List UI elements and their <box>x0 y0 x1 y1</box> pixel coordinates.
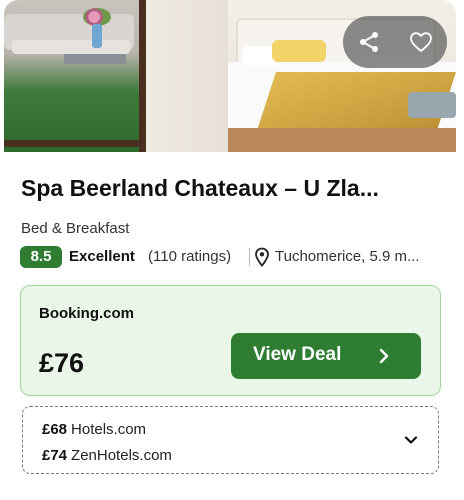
other-deal-provider: ZenHotels.com <box>71 447 172 464</box>
hotel-name[interactable]: Spa Beerland Chateaux – U Zla... <box>21 175 441 202</box>
other-deal-provider: Hotels.com <box>71 421 147 438</box>
chevron-down-icon[interactable] <box>403 432 419 448</box>
photo-mirror-frame-bottom <box>4 140 146 147</box>
view-deal-label: View Deal <box>253 344 342 365</box>
photo-yellow-pillow <box>272 40 326 62</box>
best-deal-panel[interactable]: Booking.com £76 View Deal <box>20 285 441 396</box>
photo-floor <box>228 128 456 152</box>
other-deal-row[interactable]: £74 ZenHotels.com <box>42 447 172 464</box>
photo-wall <box>146 0 228 152</box>
deal-price: £76 <box>39 348 85 378</box>
other-deals-dropdown[interactable]: £68 Hotels.com £74 ZenHotels.com <box>22 406 439 474</box>
photo-bench <box>408 92 456 118</box>
photo-actions <box>343 16 447 68</box>
photo-mirror-frame <box>4 0 146 152</box>
rating-row: 8.5 Excellent (110 ratings) Tuchomerice,… <box>20 246 444 268</box>
rating-label: Excellent <box>69 248 135 265</box>
other-deal-price: £68 <box>42 421 68 438</box>
view-deal-button[interactable]: View Deal <box>231 333 421 379</box>
property-type: Bed & Breakfast <box>21 220 130 237</box>
share-button[interactable] <box>349 22 389 62</box>
hotel-photo[interactable] <box>4 0 456 152</box>
location-pin-icon <box>255 247 269 267</box>
deal-provider: Booking.com <box>39 305 135 322</box>
chevron-right-icon <box>379 348 389 364</box>
hotel-card[interactable]: Spa Beerland Chateaux – U Zla... Bed & B… <box>4 0 456 496</box>
rating-location-divider <box>249 248 250 266</box>
rating-count: (110 ratings) <box>148 248 232 265</box>
location-text[interactable]: Tuchomerice, 5.9 m... <box>275 248 443 265</box>
other-deal-price: £74 <box>42 447 68 464</box>
favorite-button[interactable] <box>401 22 441 62</box>
rating-score-badge: 8.5 <box>20 246 62 268</box>
other-deal-row[interactable]: £68 Hotels.com <box>42 421 146 438</box>
share-icon <box>360 32 378 52</box>
heart-outline-icon <box>410 32 432 52</box>
